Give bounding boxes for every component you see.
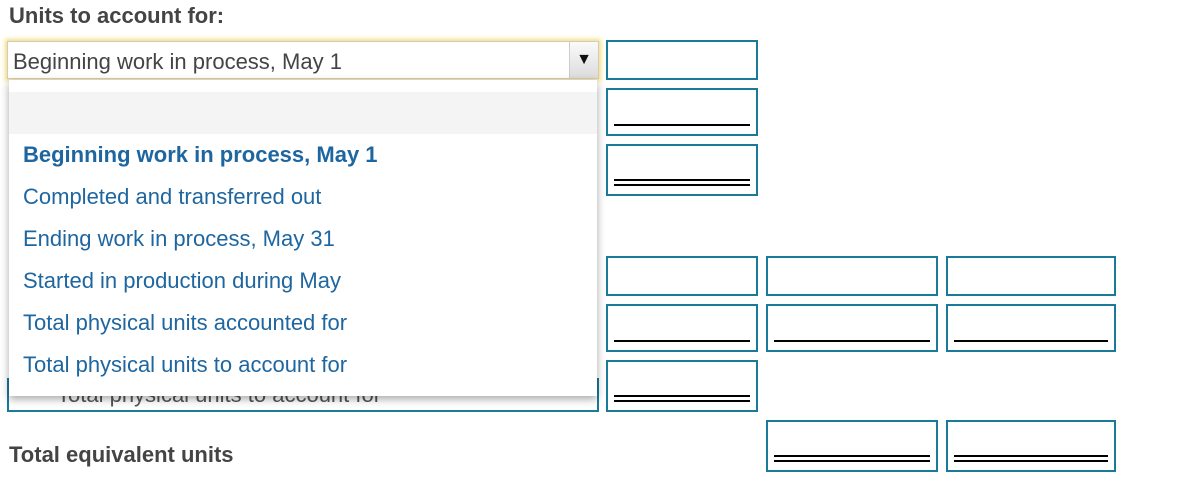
double-underline-bottom (774, 460, 930, 462)
double-underline-top (774, 455, 930, 457)
dropdown-option[interactable]: Started in production during May (9, 260, 597, 302)
dropdown-option-blank[interactable] (9, 92, 597, 134)
equiv-units-conversion-input[interactable] (946, 256, 1116, 296)
amount-input-total[interactable] (606, 144, 758, 196)
physical-units-input[interactable] (606, 256, 758, 296)
chevron-down-icon[interactable]: ▼ (569, 42, 598, 78)
total-equiv-units-conversion-input[interactable] (946, 420, 1116, 472)
total-equivalent-units-label: Total equivalent units (9, 442, 234, 467)
double-underline-top (954, 455, 1108, 457)
single-underline (954, 340, 1108, 342)
double-underline-bottom (954, 460, 1108, 462)
units-line-select[interactable]: Beginning work in process, May 1 ▼ (7, 41, 599, 79)
dropdown-option[interactable]: Beginning work in process, May 1 (9, 134, 597, 176)
dropdown-option[interactable]: Total physical units accounted for (9, 302, 597, 344)
double-underline-bottom (614, 400, 750, 402)
single-underline (614, 340, 750, 342)
dropdown-option[interactable]: Completed and transferred out (9, 176, 597, 218)
amount-input[interactable] (606, 40, 758, 80)
total-equiv-units-materials-input[interactable] (766, 420, 938, 472)
dropdown-option[interactable]: Ending work in process, May 31 (9, 218, 597, 260)
physical-units-total-input[interactable] (606, 360, 758, 412)
select-value: Beginning work in process, May 1 (13, 49, 342, 74)
physical-units-subtotal-input[interactable] (606, 304, 758, 352)
dropdown-list: Beginning work in process, May 1 Complet… (9, 80, 597, 396)
equiv-units-materials-subtotal-input[interactable] (766, 304, 938, 352)
single-underline (774, 340, 930, 342)
amount-input-subtotal[interactable] (606, 88, 758, 136)
dropdown-option[interactable]: Total physical units to account for (9, 344, 597, 386)
equiv-units-conversion-subtotal-input[interactable] (946, 304, 1116, 352)
double-underline-bottom (614, 184, 750, 186)
units-to-account-for-heading: Units to account for: (9, 3, 225, 28)
single-underline (614, 124, 750, 126)
equiv-units-materials-input[interactable] (766, 256, 938, 296)
double-underline-top (614, 179, 750, 181)
double-underline-top (614, 395, 750, 397)
